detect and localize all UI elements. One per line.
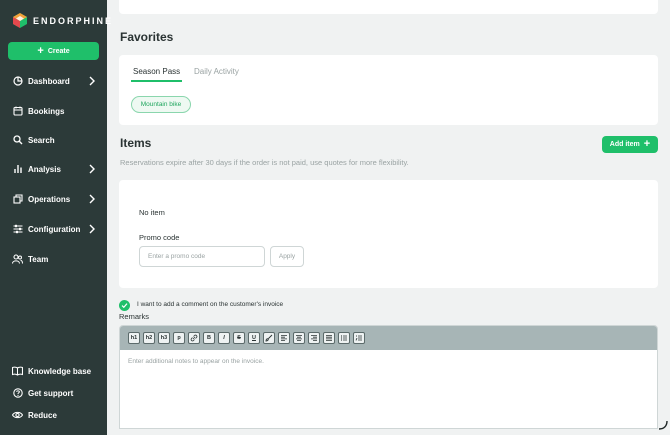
sidebar-item-analysis[interactable]: Analysis — [12, 160, 102, 178]
numbered-list-icon[interactable] — [353, 332, 365, 344]
add-item-label: Add item — [609, 141, 640, 148]
tab-daily-activity[interactable]: Daily Activity — [194, 67, 239, 76]
link-icon[interactable] — [188, 332, 200, 344]
plus-icon: + — [643, 138, 651, 150]
team-icon — [12, 254, 23, 265]
sidebar-item-search[interactable]: Search — [12, 131, 102, 149]
strikethrough-icon[interactable]: S — [233, 332, 245, 344]
sidebar-item-label: Dashboard — [28, 76, 70, 86]
favorites-title: Favorites — [120, 30, 174, 44]
remarks-editor[interactable]: h1 h2 h3 p B I S U Enter additional note… — [119, 325, 658, 429]
sidebar-item-label: Configuration — [28, 224, 81, 234]
sidebar-item-label: Knowledge base — [28, 366, 92, 376]
sidebar-item-label: Get support — [28, 388, 74, 398]
align-center-icon[interactable] — [293, 332, 305, 344]
sidebar-item-bookings[interactable]: Bookings — [12, 102, 102, 120]
sidebar-item-label: Analysis — [28, 164, 61, 174]
bar-chart-icon — [12, 164, 23, 175]
operations-icon — [12, 194, 23, 205]
heading3-button[interactable]: h3 — [158, 332, 170, 344]
dashboard-icon — [12, 76, 23, 87]
sidebar-item-get-support[interactable]: Get support — [12, 384, 102, 402]
paragraph-button[interactable]: p — [173, 332, 185, 344]
promo-code-input[interactable] — [139, 246, 265, 267]
calendar-icon — [12, 106, 23, 117]
brand-logo[interactable]: ENDORPHINE — [13, 13, 113, 28]
sidebar-item-label: Team — [28, 254, 49, 264]
items-card — [119, 180, 658, 288]
sidebar: ENDORPHINE + Create Dashboard Bookings S… — [0, 0, 111, 435]
tab-season-pass[interactable]: Season Pass — [133, 67, 180, 76]
chevron-right-icon — [89, 164, 95, 174]
empty-items-text: No item — [139, 208, 165, 217]
apply-promo-button[interactable]: Apply — [270, 246, 304, 267]
favorites-card — [119, 55, 658, 125]
book-icon — [12, 366, 23, 377]
resize-handle-icon[interactable] — [658, 420, 668, 430]
bullet-list-icon[interactable] — [338, 332, 350, 344]
chevron-right-icon — [89, 194, 95, 204]
favorite-chip-mountain-bike[interactable]: Mountain bike — [131, 96, 191, 113]
create-label: Create — [47, 47, 70, 55]
promo-code-label: Promo code — [139, 233, 180, 242]
invoice-comment-label[interactable]: I want to add a comment on the customer'… — [137, 301, 283, 308]
sidebar-item-label: Reduce — [28, 410, 57, 420]
check-icon — [121, 303, 128, 309]
align-right-icon[interactable] — [308, 332, 320, 344]
bold-icon[interactable]: B — [203, 332, 215, 344]
plus-icon: + — [37, 44, 44, 57]
items-info-text: Reservations expire after 30 days if the… — [120, 158, 409, 167]
sidebar-item-knowledge-base[interactable]: Knowledge base — [12, 362, 102, 380]
chevron-right-icon — [89, 224, 95, 234]
sliders-icon — [12, 224, 23, 235]
eye-icon — [12, 410, 23, 421]
remarks-label: Remarks — [119, 312, 150, 321]
italic-icon[interactable]: I — [218, 332, 230, 344]
search-icon — [12, 135, 23, 146]
previous-section-card — [119, 0, 658, 14]
create-button[interactable]: + Create — [8, 42, 99, 60]
help-icon — [12, 388, 23, 399]
align-left-icon[interactable] — [278, 332, 290, 344]
items-title: Items — [120, 136, 152, 150]
sidebar-item-reduce[interactable]: Reduce — [12, 406, 102, 424]
heading2-button[interactable]: h2 — [143, 332, 155, 344]
align-justify-icon[interactable] — [323, 332, 335, 344]
underline-icon[interactable]: U — [248, 332, 260, 344]
sidebar-item-team[interactable]: Team — [12, 250, 102, 268]
remarks-placeholder: Enter additional notes to appear on the … — [128, 358, 264, 365]
sidebar-item-configuration[interactable]: Configuration — [12, 220, 102, 238]
heading1-button[interactable]: h1 — [128, 332, 140, 344]
active-tab-indicator — [131, 80, 182, 82]
invoice-comment-checkbox[interactable] — [119, 300, 130, 311]
sidebar-item-label: Operations — [28, 194, 71, 204]
sidebar-item-dashboard[interactable]: Dashboard — [12, 72, 102, 90]
add-item-button[interactable]: Add item + — [602, 136, 658, 153]
sidebar-item-operations[interactable]: Operations — [12, 190, 102, 208]
sidebar-item-label: Bookings — [28, 106, 65, 116]
editor-toolbar: h1 h2 h3 p B I S U — [120, 326, 657, 350]
sidebar-item-label: Search — [28, 135, 55, 145]
chevron-right-icon — [89, 76, 95, 86]
logo-icon — [13, 13, 27, 28]
brand-name: ENDORPHINE — [33, 15, 114, 26]
brush-icon[interactable] — [263, 332, 275, 344]
